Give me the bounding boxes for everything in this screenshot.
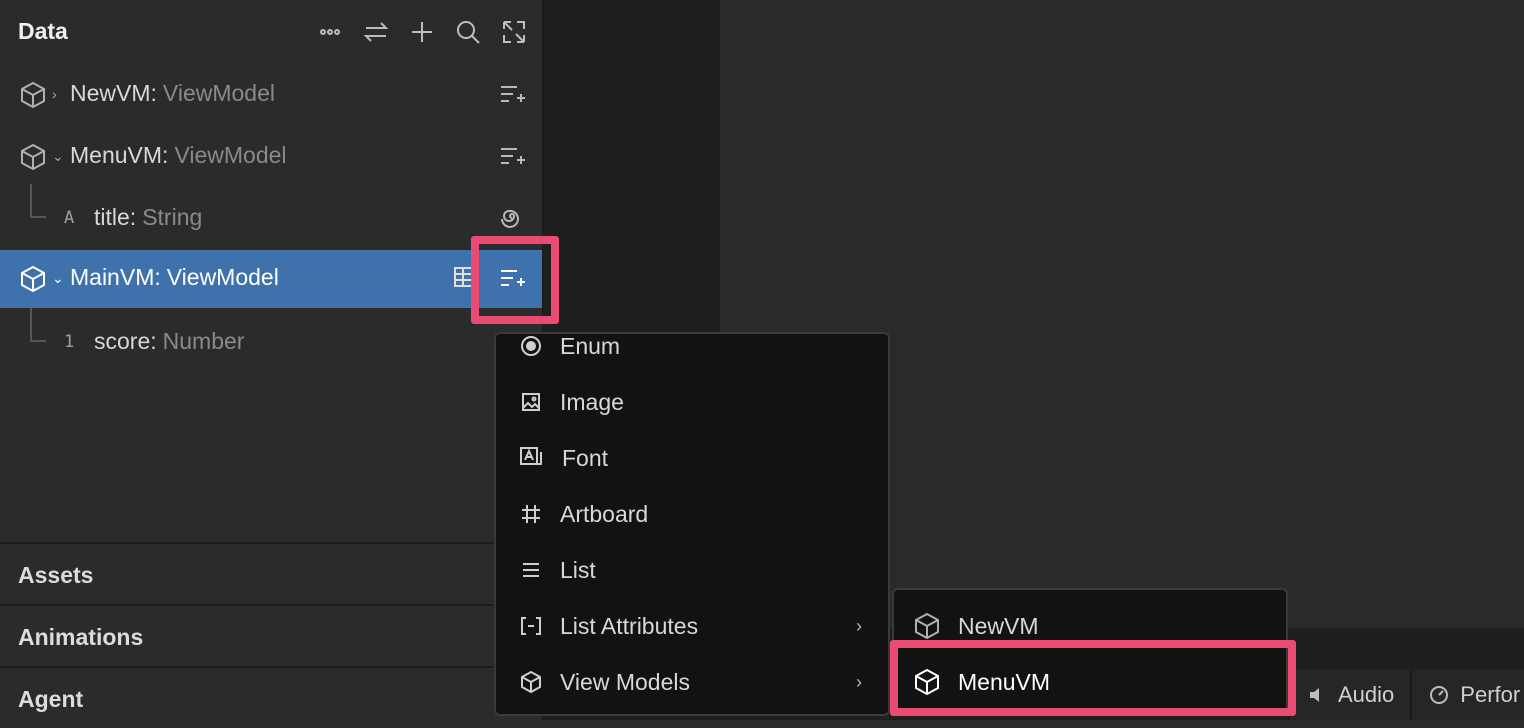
menu-item-view-models[interactable]: View Models › xyxy=(496,654,888,710)
menu-item-label: Enum xyxy=(560,332,621,359)
tree-item-name: MainVM: xyxy=(70,264,161,290)
section-title: Assets xyxy=(18,562,94,588)
menu-item-label: Artboard xyxy=(560,500,649,527)
chevron-right-icon: › xyxy=(856,615,862,636)
number-type-icon: 1 xyxy=(64,332,75,352)
chevron-right-icon: › xyxy=(856,671,862,692)
section-animations[interactable]: Animations xyxy=(0,604,542,666)
menu-item-list-attributes[interactable]: List Attributes › xyxy=(496,598,888,654)
tree-item-menuvm[interactable]: ⌄ MenuVM: ViewModel xyxy=(0,128,542,184)
menu-item-list[interactable]: List xyxy=(496,542,888,598)
section-title: Agent xyxy=(18,686,84,712)
image-icon xyxy=(516,387,546,417)
highlight-add-button xyxy=(471,236,559,324)
chevron-down-icon[interactable]: ⌄ xyxy=(52,270,64,286)
submenu-item-label: NewVM xyxy=(958,612,1039,639)
panel-header: Data xyxy=(0,0,542,64)
gauge-icon xyxy=(1430,686,1449,704)
font-icon xyxy=(516,443,546,473)
chevron-down-icon[interactable]: ⌄ xyxy=(52,148,64,164)
add-property-button[interactable] xyxy=(498,80,526,108)
cube-icon xyxy=(915,612,939,640)
radio-icon xyxy=(516,331,546,361)
tree-item-type: String xyxy=(142,204,203,230)
spiral-icon xyxy=(501,209,519,228)
cube-icon xyxy=(516,667,546,697)
string-type-icon: A xyxy=(64,208,75,228)
chevron-right-icon[interactable]: › xyxy=(52,86,64,102)
tab-audio[interactable]: Audio xyxy=(1288,670,1411,720)
data-panel: Data › NewVM: ViewModel ⌄ MenuVM: ViewMode… xyxy=(0,0,544,728)
bottom-tabs: Audio Perfor xyxy=(1288,670,1524,720)
menu-item-label: Image xyxy=(560,388,624,415)
expand-icon[interactable] xyxy=(500,18,528,46)
tree-item-type: ViewModel xyxy=(162,80,275,106)
more-icon[interactable] xyxy=(316,18,344,46)
cube-icon xyxy=(21,143,45,171)
menu-item-label: View Models xyxy=(560,668,690,695)
tree-item-type: Number xyxy=(162,328,245,354)
tab-audio-label: Audio xyxy=(1338,682,1395,707)
add-property-menu: Enum Image Font Artboard List List Attri… xyxy=(494,332,890,716)
highlight-menuvm-item xyxy=(890,640,1296,716)
tab-performance-label: Perfor xyxy=(1460,682,1521,707)
tree-item-type: ViewModel xyxy=(174,142,287,168)
menu-item-font[interactable]: Font xyxy=(496,430,888,486)
section-assets[interactable]: Assets xyxy=(0,542,542,604)
section-title: Animations xyxy=(18,624,144,650)
bracket-icon xyxy=(516,611,546,641)
swap-icon[interactable] xyxy=(362,18,390,46)
tree-item-newvm[interactable]: › NewVM: ViewModel xyxy=(0,66,542,122)
menu-item-image[interactable]: Image xyxy=(496,374,888,430)
tree-item-score[interactable]: 1 score: Number xyxy=(0,314,542,370)
artboard-icon xyxy=(516,499,546,529)
plus-icon[interactable] xyxy=(408,18,436,46)
menu-item-label: List xyxy=(560,556,596,583)
section-agent[interactable]: Agent xyxy=(0,666,542,728)
tree-item-name: title: xyxy=(94,204,137,230)
cube-icon xyxy=(21,265,45,293)
list-add-icon xyxy=(501,86,525,102)
bind-button[interactable] xyxy=(498,204,526,232)
menu-item-label: Font xyxy=(562,444,609,471)
menu-item-artboard[interactable]: Artboard xyxy=(496,486,888,542)
panel-title: Data xyxy=(18,18,68,44)
cube-icon xyxy=(21,81,45,109)
tree-item-type: ViewModel xyxy=(166,264,279,290)
tree-item-name: score: xyxy=(94,328,157,354)
audio-icon xyxy=(1310,688,1319,702)
list-icon xyxy=(516,555,546,585)
header-toolbar xyxy=(316,18,528,46)
menu-item-label: List Attributes xyxy=(560,612,699,639)
search-icon[interactable] xyxy=(454,18,482,46)
tab-performance[interactable]: Perfor xyxy=(1410,670,1524,720)
tree-item-name: MenuVM: xyxy=(70,142,169,168)
list-add-icon xyxy=(501,148,525,164)
add-property-button[interactable] xyxy=(498,142,526,170)
tree-item-title[interactable]: A title: String xyxy=(0,190,542,246)
menu-item-enum[interactable]: Enum xyxy=(496,318,888,374)
tree-item-name: NewVM: xyxy=(70,80,157,106)
